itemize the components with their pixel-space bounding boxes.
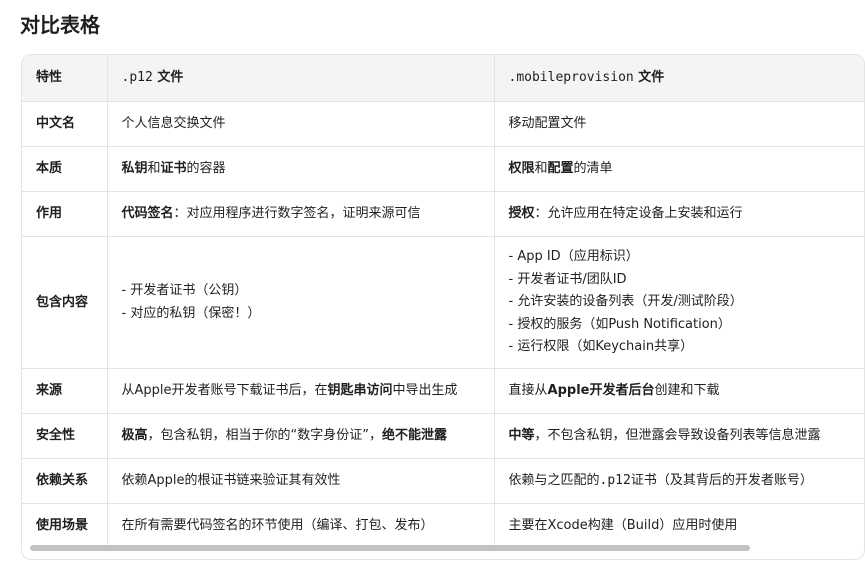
- list-item: - 对应的私钥（保密！）: [121, 305, 261, 321]
- cell-mp-essence: 权限和配置的清单: [494, 146, 864, 192]
- row-label-security: 安全性: [22, 413, 108, 459]
- row-label-chinese-name: 中文名: [22, 101, 108, 147]
- text-purpose-mp: ：允许应用在特定设备上安装和运行: [534, 206, 743, 221]
- row-label-dependency: 依赖关系: [22, 458, 108, 504]
- table-row: 本质 私钥和证书的容器 权限和配置的清单: [22, 146, 864, 192]
- cell-p12-security: 极高，包含私钥，相当于你的“数字身份证”，绝不能泄露: [107, 413, 495, 459]
- list-item: - 授权的服务（如Push Notification）: [508, 316, 731, 332]
- cell-mp-contents: - App ID（应用标识） - 开发者证书/团队ID - 允许安装的设备列表（…: [494, 236, 864, 369]
- cell-mp-usage: 主要在Xcode构建（Build）应用时使用: [494, 503, 864, 548]
- table-row: 依赖关系 依赖Apple的根证书链来验证其有效性 依赖与之匹配的.p12证书（及…: [22, 458, 864, 504]
- text-list: 的清单: [573, 161, 613, 176]
- horizontal-scrollbar[interactable]: [30, 545, 856, 553]
- text-source-mp-b: 创建和下载: [654, 383, 720, 398]
- table-row: 中文名 个人信息交换文件 移动配置文件: [22, 101, 864, 147]
- text-never-leak: 绝不能泄露: [382, 428, 448, 443]
- list-item: - 开发者证书（公钥）: [121, 283, 248, 298]
- comparison-table: 特性 .p12 文件 .mobileprovision 文件 中文名 个人信息交…: [22, 55, 864, 548]
- text-medium: 中等: [508, 428, 535, 443]
- cell-mp-security: 中等，不包含私钥，但泄露会导致设备列表等信息泄露: [494, 413, 864, 459]
- text-p12-code: .p12: [599, 473, 631, 488]
- text-and: 和: [534, 161, 548, 176]
- text-container: 的容器: [186, 161, 226, 176]
- comparison-table-container[interactable]: 特性 .p12 文件 .mobileprovision 文件 中文名 个人信息交…: [21, 54, 865, 560]
- cell-mp-source: 直接从Apple开发者后台创建和下载: [494, 368, 864, 414]
- scrollbar-thumb[interactable]: [30, 545, 750, 551]
- text-very-high: 极高: [121, 428, 148, 443]
- cell-p12-chinese-name: 个人信息交换文件: [107, 101, 495, 147]
- header-feature-label: 特性: [36, 70, 63, 85]
- row-label-contents: 包含内容: [22, 236, 108, 369]
- table-row: 作用 代码签名：对应用程序进行数字签名，证明来源可信 授权：允许应用在特定设备上…: [22, 191, 864, 237]
- text-security-mp: ，不包含私钥，但泄露会导致设备列表等信息泄露: [534, 428, 821, 443]
- cell-p12-dependency: 依赖Apple的根证书链来验证其有效性: [107, 458, 495, 504]
- header-feature: 特性: [22, 55, 108, 102]
- text-authorization: 授权: [508, 206, 535, 221]
- page-title: 对比表格: [20, 13, 100, 37]
- cell-p12-purpose: 代码签名：对应用程序进行数字签名，证明来源可信: [107, 191, 495, 237]
- text-code-signing: 代码签名: [121, 206, 174, 221]
- text-configuration: 配置: [547, 161, 574, 176]
- text-dependency-mp-a: 依赖与之匹配的: [508, 473, 600, 488]
- header-p12: .p12 文件: [107, 55, 495, 102]
- text-security-p12: ，包含私钥，相当于你的“数字身份证”，: [147, 428, 382, 443]
- row-label-essence: 本质: [22, 146, 108, 192]
- list-item: - 开发者证书/团队ID: [508, 271, 627, 287]
- text-and: 和: [147, 161, 161, 176]
- text-purpose-p12: ：对应用程序进行数字签名，证明来源可信: [173, 206, 421, 221]
- table-row: 来源 从Apple开发者账号下载证书后，在钥匙串访问中导出生成 直接从Apple…: [22, 368, 864, 414]
- header-mobileprovision: .mobileprovision 文件: [494, 55, 864, 102]
- list-item: - App ID（应用标识）: [508, 249, 639, 265]
- cell-mp-dependency: 依赖与之匹配的.p12证书（及其背后的开发者账号）: [494, 458, 864, 504]
- list-item: - 运行权限（如Keychain共享）: [508, 339, 694, 355]
- text-private-key: 私钥: [121, 161, 148, 176]
- text-permissions: 权限: [508, 161, 535, 176]
- cell-p12-source: 从Apple开发者账号下载证书后，在钥匙串访问中导出生成: [107, 368, 495, 414]
- text-certificate: 证书: [160, 161, 187, 176]
- text-source-mp-a: 直接从: [508, 383, 548, 398]
- table-row: 使用场景 在所有需要代码签名的环节使用（编译、打包、发布） 主要在Xcode构建…: [22, 503, 864, 548]
- row-label-source: 来源: [22, 368, 108, 414]
- cell-p12-contents: - 开发者证书（公钥） - 对应的私钥（保密！）: [107, 236, 495, 369]
- cell-p12-usage: 在所有需要代码签名的环节使用（编译、打包、发布）: [107, 503, 495, 548]
- cell-p12-essence: 私钥和证书的容器: [107, 146, 495, 192]
- text-keychain-access: 钥匙串访问: [327, 383, 393, 398]
- text-source-p12-a: 从Apple开发者账号下载证书后，在: [121, 383, 328, 398]
- cell-mp-purpose: 授权：允许应用在特定设备上安装和运行: [494, 191, 864, 237]
- row-label-usage: 使用场景: [22, 503, 108, 548]
- header-mp-code: .mobileprovision: [508, 70, 634, 85]
- table-header-row: 特性 .p12 文件 .mobileprovision 文件: [22, 55, 864, 102]
- text-apple-developer-portal: Apple开发者后台: [547, 383, 655, 398]
- text-dependency-mp-b: 证书（及其背后的开发者账号）: [630, 473, 813, 488]
- row-label-purpose: 作用: [22, 191, 108, 237]
- text-source-p12-b: 中导出生成: [392, 383, 458, 398]
- table-row: 安全性 极高，包含私钥，相当于你的“数字身份证”，绝不能泄露 中等，不包含私钥，…: [22, 413, 864, 459]
- list-item: - 允许安装的设备列表（开发/测试阶段）: [508, 294, 743, 310]
- cell-mp-chinese-name: 移动配置文件: [494, 101, 864, 147]
- header-mp-suffix: 文件: [638, 70, 665, 85]
- table-row: 包含内容 - 开发者证书（公钥） - 对应的私钥（保密！） - App ID（应…: [22, 236, 864, 369]
- header-p12-suffix: 文件: [157, 70, 184, 85]
- header-p12-code: .p12: [121, 70, 153, 85]
